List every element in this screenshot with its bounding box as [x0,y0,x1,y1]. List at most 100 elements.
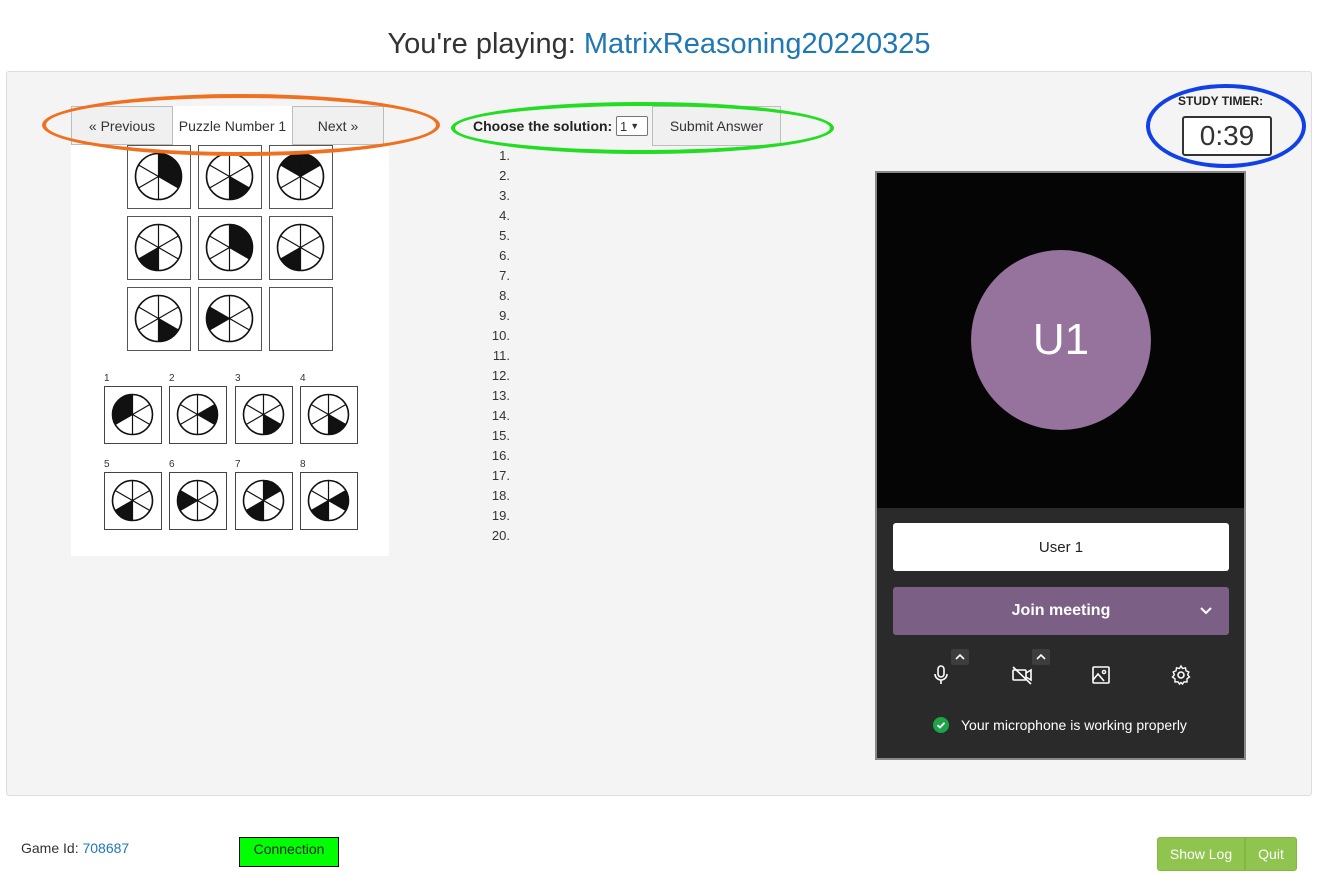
puzzle-number-label: Puzzle Number 1 [173,106,292,145]
page-title: You're playing: MatrixReasoning20220325 [0,28,1318,61]
answer-list-item: 11. [492,348,510,363]
answer-list-item: 7. [499,268,510,283]
pie-wheel-figure [276,152,325,201]
answer-list: 1. 2. 3. 4. 5. 6. 7. 8. 9. 10. 11. 12. 13. 14. 15. 16. 1… [470,146,510,546]
show-log-button[interactable]: Show Log [1157,837,1245,871]
pie-wheel-figure [176,479,219,522]
answer-option [300,386,358,444]
answer-list-item: 13. [491,388,510,403]
pie-wheel-figure [307,479,350,522]
chevron-down-icon: ▼ [630,121,640,131]
solution-select[interactable]: 1 ▼ [616,116,648,136]
microphone-options-button[interactable] [951,649,969,665]
pie-wheel-figure [276,223,325,272]
answer-list-item: 19. [491,508,510,523]
settings-button[interactable] [1169,663,1193,687]
pie-wheel-figure [205,294,254,343]
matrix-cell [127,145,191,209]
answer-list-item: 2. [499,168,510,183]
microphone-icon [934,665,948,684]
answer-option [169,386,227,444]
option-number: 6 [169,459,175,470]
chevron-up-icon [1036,653,1046,660]
matrix-cell [127,216,191,280]
game-id: Game Id: 708687 [21,840,129,856]
pie-wheel-figure [111,393,154,436]
microphone-status-text: Your microphone is working properly [961,717,1187,733]
answer-list-item: 9. [499,308,510,323]
puzzle-image: 1 2 3 4 5 6 7 8 [71,145,389,556]
game-id-value[interactable]: 708687 [82,840,129,856]
matrix-cell [127,287,191,351]
camera-options-button[interactable] [1032,649,1050,665]
previous-button[interactable]: « Previous [71,106,173,145]
answer-option [235,472,293,530]
connection-status-badge: Connection [239,837,339,867]
study-timer-label: STUDY TIMER: [1178,94,1264,108]
pie-wheel-figure [205,223,254,272]
option-number: 1 [104,373,110,384]
microphone-status: Your microphone is working properly [933,717,1187,733]
matrix-cell [269,145,333,209]
option-number: 7 [235,459,241,470]
answer-list-item: 4. [499,208,510,223]
answer-list-item: 1. [499,148,510,163]
page-title-prefix: You're playing: [387,28,584,60]
option-number: 2 [169,373,175,384]
matrix-cell [198,145,262,209]
matrix-cell [198,216,262,280]
pie-wheel-figure [134,152,183,201]
game-name: MatrixReasoning20220325 [583,28,931,60]
answer-list-item: 15. [491,428,510,443]
camera-off-icon [1012,666,1032,685]
study-timer: 0:39 [1182,116,1272,156]
video-panel: U1 User 1 Join meeting Your microphone i… [875,171,1246,760]
quit-button[interactable]: Quit [1245,837,1297,871]
pie-wheel-figure [134,223,183,272]
submit-answer-button[interactable]: Submit Answer [652,106,781,146]
pie-wheel-figure [242,479,285,522]
answer-list-item: 18. [491,488,510,503]
answer-list-item: 5. [499,228,510,243]
solution-label: Choose the solution: [473,118,613,134]
pie-wheel-figure [307,393,350,436]
option-number: 5 [104,459,110,470]
chevron-down-icon[interactable] [1197,601,1215,619]
join-meeting-label: Join meeting [1011,602,1111,619]
answer-list-item: 14. [491,408,510,423]
answer-list-item: 16. [491,448,510,463]
option-number: 3 [235,373,241,384]
display-name-field[interactable]: User 1 [893,523,1229,571]
matrix-cell [198,287,262,351]
pie-wheel-figure [134,294,183,343]
pie-wheel-figure [242,393,285,436]
avatar: U1 [971,250,1151,430]
camera-button[interactable] [1010,663,1034,687]
next-button[interactable]: Next » [292,106,384,145]
check-circle-icon [933,717,949,733]
option-number: 4 [300,373,306,384]
answer-list-item: 10. [491,328,510,343]
answer-list-item: 8. [499,288,510,303]
answer-list-item: 17. [491,468,510,483]
background-image-icon [1092,666,1110,684]
matrix-cell [269,287,333,351]
answer-option [104,386,162,444]
game-id-label: Game Id: [21,840,83,856]
pie-wheel-figure [111,479,154,522]
answer-option [300,472,358,530]
video-preview: U1 [877,173,1244,508]
option-number: 8 [300,459,306,470]
join-meeting-button[interactable]: Join meeting [893,587,1229,635]
microphone-button[interactable] [929,663,953,687]
answer-list-item: 6. [499,248,510,263]
gear-icon [1171,664,1191,686]
matrix-cell [269,216,333,280]
pie-wheel-figure [176,393,219,436]
background-button[interactable] [1089,663,1113,687]
chevron-up-icon [955,653,965,660]
answer-option [169,472,227,530]
answer-option [235,386,293,444]
pie-wheel-figure [205,152,254,201]
answer-list-item: 20. [491,528,510,543]
